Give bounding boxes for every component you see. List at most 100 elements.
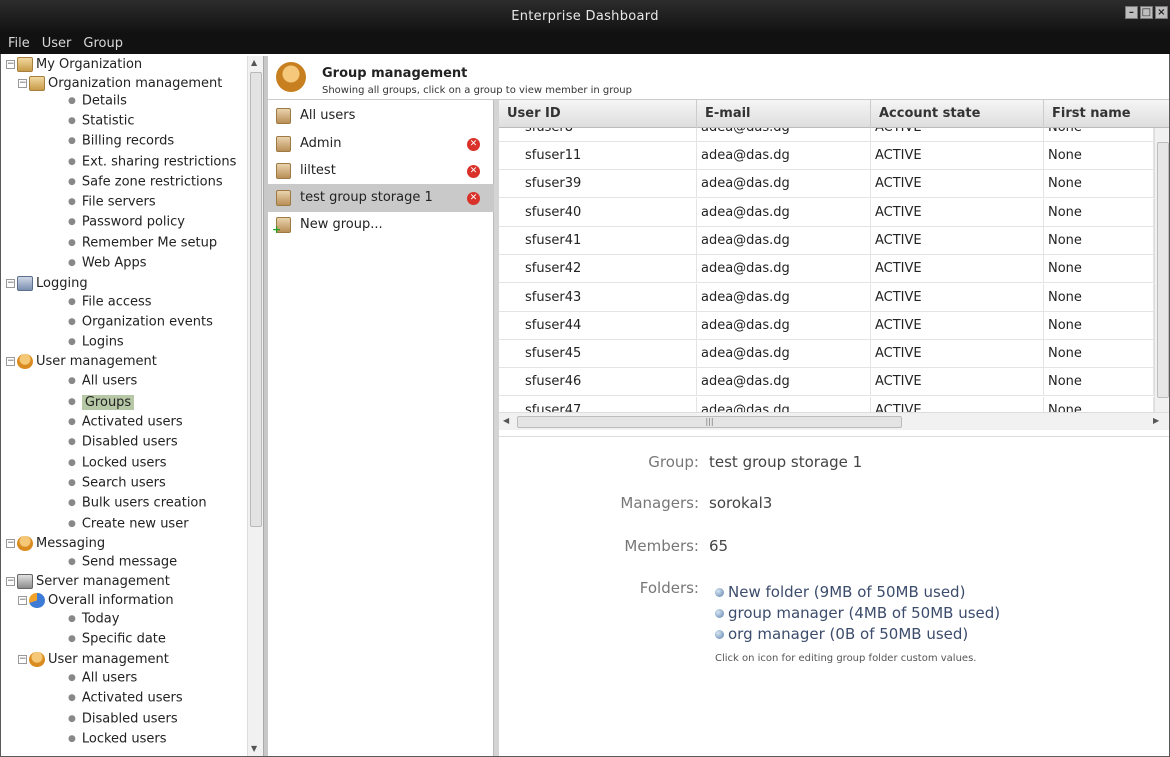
page-header: Group management Showing all groups, cli… — [268, 56, 1170, 100]
collapse-toggle[interactable]: − — [18, 596, 27, 605]
tree-item-server-activated-users[interactable]: ● Activated users — [68, 688, 183, 708]
table-horizontal-thumb[interactable]: ||| — [517, 416, 902, 428]
members-value: 65 — [709, 537, 729, 555]
column-header-email[interactable]: E-mail — [697, 100, 871, 128]
collapse-toggle[interactable]: − — [6, 539, 15, 548]
table-row[interactable]: sfuser46 adea@das.dg ACTIVE None — [499, 368, 1154, 396]
table-row[interactable]: sfuser45 adea@das.dg ACTIVE None — [499, 340, 1154, 368]
collapse-toggle[interactable]: − — [6, 357, 15, 366]
bullet-icon: ● — [68, 136, 76, 146]
tree-item-statistic[interactable]: ● Statistic — [68, 111, 135, 131]
tree-item-details[interactable]: ● Details — [68, 91, 127, 111]
group-item-all-users[interactable]: All users — [268, 102, 494, 130]
menu-user[interactable]: User — [36, 34, 78, 54]
tree-item-ext-sharing[interactable]: ● Ext. sharing restrictions — [68, 152, 236, 172]
group-item-liltest[interactable]: liltest ✕ — [268, 157, 494, 185]
tree-node-logging[interactable]: − Logging — [6, 274, 88, 294]
tree-node-overall-information[interactable]: − Overall information — [18, 591, 174, 611]
menu-file[interactable]: File — [0, 34, 36, 54]
bullet-icon: ● — [68, 157, 76, 167]
table-row[interactable]: sfuser43 adea@das.dg ACTIVE None — [499, 284, 1154, 312]
tree-item-safe-zone[interactable]: ● Safe zone restrictions — [68, 172, 223, 192]
table-row[interactable]: sfuser40 adea@das.dg ACTIVE None — [499, 199, 1154, 227]
table-row[interactable]: sfuser42 adea@das.dg ACTIVE None — [499, 255, 1154, 283]
tree-item-server-all-users[interactable]: ● All users — [68, 668, 137, 688]
tree-item-send-message[interactable]: ● Send message — [68, 552, 177, 572]
folder-edit-icon[interactable] — [715, 609, 724, 618]
scroll-left-icon[interactable]: ◀ — [503, 416, 509, 425]
navigation-tree: − My Organization − Organization managemen… — [2, 56, 247, 757]
table-row[interactable]: sfuser8adea@das.dgACTIVENone — [499, 128, 1154, 142]
scroll-up-icon[interactable]: ▲ — [251, 58, 257, 67]
tree-node-server-management[interactable]: − Server management — [6, 572, 170, 592]
tree-item-web-apps[interactable]: ● Web Apps — [68, 253, 147, 273]
table-vertical-scrollbar[interactable] — [1154, 128, 1170, 416]
column-header-first-name[interactable]: First name — [1044, 100, 1170, 128]
delete-group-icon[interactable]: ✕ — [467, 192, 480, 205]
tree-node-my-organization[interactable]: − My Organization — [6, 56, 142, 75]
folder-item[interactable]: org manager (0B of 50MB used) — [715, 625, 968, 643]
tree-item-file-servers[interactable]: ● File servers — [68, 192, 156, 212]
collapse-toggle[interactable]: − — [6, 577, 15, 586]
tree-node-messaging[interactable]: − Messaging — [6, 534, 105, 554]
table-horizontal-scrollbar[interactable]: ◀ ||| ▶ — [499, 412, 1170, 430]
tree-item-password-policy[interactable]: ● Password policy — [68, 212, 185, 232]
table-row[interactable]: sfuser41 adea@das.dg ACTIVE None — [499, 227, 1154, 255]
scroll-right-icon[interactable]: ▶ — [1153, 416, 1159, 425]
tree-item-groups[interactable]: ● Groups — [68, 392, 135, 412]
group-item-admin[interactable]: Admin ✕ — [268, 130, 494, 158]
table-row[interactable]: sfuser44 adea@das.dg ACTIVE None — [499, 312, 1154, 340]
tree-item-today[interactable]: ● Today — [68, 609, 119, 629]
tree-item-billing-records[interactable]: ● Billing records — [68, 131, 174, 151]
bullet-icon: ● — [68, 337, 76, 347]
user-icon — [29, 652, 45, 667]
folder-item[interactable]: New folder (9MB of 50MB used) — [715, 583, 965, 601]
close-button[interactable]: × — [1155, 6, 1168, 19]
organization-icon — [17, 57, 33, 72]
delete-group-icon[interactable]: ✕ — [467, 165, 480, 178]
menu-group[interactable]: Group — [77, 34, 129, 54]
tree-item-activated-users[interactable]: ● Activated users — [68, 412, 183, 432]
tree-item-remember-me[interactable]: ● Remember Me setup — [68, 233, 217, 253]
group-icon — [276, 163, 291, 179]
tree-item-logins[interactable]: ● Logins — [68, 332, 124, 352]
folder-edit-icon[interactable] — [715, 630, 724, 639]
maximize-button[interactable]: □ — [1140, 6, 1153, 19]
tree-item-specific-date[interactable]: ● Specific date — [68, 629, 166, 649]
column-header-user-id[interactable]: User ID — [499, 100, 697, 128]
table-row[interactable]: sfuser39 adea@das.dg ACTIVE None — [499, 170, 1154, 198]
new-group-button[interactable]: + New group... — [268, 211, 494, 239]
scroll-down-icon[interactable]: ▼ — [251, 744, 257, 753]
collapse-toggle[interactable]: − — [18, 655, 27, 664]
collapse-toggle[interactable]: − — [6, 60, 15, 69]
folder-item[interactable]: group manager (4MB of 50MB used) — [715, 604, 1000, 622]
tree-item-server-disabled-users[interactable]: ● Disabled users — [68, 709, 178, 729]
tree-item-bulk-creation[interactable]: ● Bulk users creation — [68, 493, 207, 513]
group-item-test-group-storage-1[interactable]: test group storage 1 ✕ — [268, 184, 494, 212]
table-row[interactable]: sfuser11 adea@das.dg ACTIVE None — [499, 142, 1154, 170]
table-vertical-thumb[interactable] — [1157, 142, 1169, 398]
folder-edit-icon[interactable] — [715, 588, 724, 597]
group-label: Group: — [648, 453, 699, 471]
tree-item-locked-users[interactable]: ● Locked users — [68, 453, 167, 473]
bullet-icon: ● — [68, 197, 76, 207]
tree-scroll-thumb[interactable] — [250, 72, 262, 527]
bullet-icon: ● — [68, 519, 76, 529]
tree-item-disabled-users[interactable]: ● Disabled users — [68, 432, 178, 452]
tree-item-server-locked-users[interactable]: ● Locked users — [68, 729, 167, 749]
tree-item-create-user[interactable]: ● Create new user — [68, 514, 189, 534]
minimize-button[interactable]: – — [1125, 6, 1138, 19]
collapse-toggle[interactable]: − — [18, 79, 27, 88]
tree-item-search-users[interactable]: ● Search users — [68, 473, 166, 493]
collapse-toggle[interactable]: − — [6, 279, 15, 288]
tree-item-org-events[interactable]: ● Organization events — [68, 312, 213, 332]
tree-node-user-management[interactable]: − User management — [6, 352, 157, 372]
user-icon — [17, 354, 33, 369]
tree-item-file-access[interactable]: ● File access — [68, 292, 152, 312]
group-icon — [276, 190, 291, 206]
tree-scrollbar[interactable]: ▲ ▼ — [247, 56, 263, 757]
column-header-account-state[interactable]: Account state — [871, 100, 1044, 128]
tree-node-server-user-management[interactable]: − User management — [18, 650, 169, 670]
delete-group-icon[interactable]: ✕ — [467, 138, 480, 151]
tree-item-all-users[interactable]: ● All users — [68, 371, 137, 391]
